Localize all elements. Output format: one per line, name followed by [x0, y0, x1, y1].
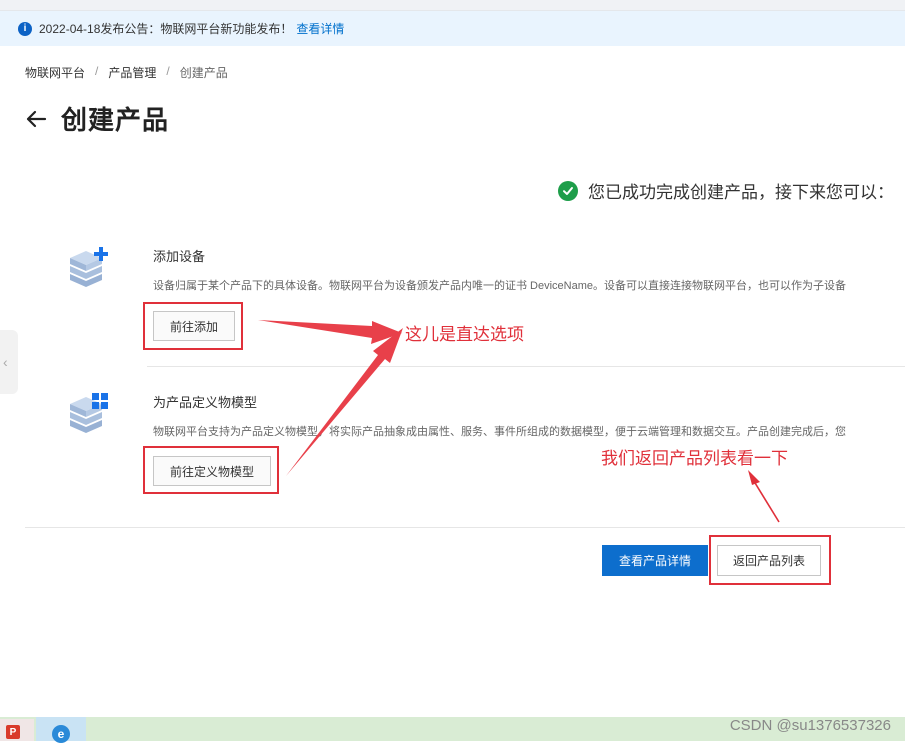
- add-device-icon: [70, 247, 108, 287]
- annotation-direct-option: 这儿是直达选项: [405, 325, 524, 344]
- highlight-box-thing-model: [143, 446, 279, 494]
- breadcrumb-item-product-management[interactable]: 产品管理: [108, 64, 156, 81]
- success-text: 您已成功完成创建产品，接下来您可以：: [588, 183, 894, 202]
- footer-divider: [25, 527, 905, 528]
- highlight-box-back-to-list: [709, 535, 831, 585]
- breadcrumb-item-current: 创建产品: [179, 66, 228, 80]
- highlight-box-add-device: [143, 302, 243, 350]
- step-description-thing-model: 物联网平台支持为产品定义物模型，将实际产品抽象成由属性、服务、事件所组成的数据模…: [153, 426, 846, 438]
- announcement-bar: i 2022-04-18发布公告：物联网平台新功能发布！ 查看详情: [0, 11, 905, 46]
- success-check-icon: [558, 180, 578, 201]
- sidebar-collapse-handle[interactable]: ‹: [0, 330, 18, 394]
- announcement-text: 2022-04-18发布公告：物联网平台新功能发布！: [39, 22, 293, 36]
- arrow-to-back-button: [748, 470, 780, 523]
- step-title-thing-model: 为产品定义物模型: [153, 395, 258, 410]
- step-divider: [147, 366, 905, 367]
- wps-icon: P: [6, 725, 20, 739]
- view-product-details-button[interactable]: 查看产品详情: [602, 545, 708, 576]
- step-title-add-device: 添加设备: [153, 249, 206, 264]
- breadcrumb-separator: /: [166, 64, 170, 78]
- page-title: 创建产品: [61, 105, 170, 135]
- thing-model-icon: [70, 393, 108, 433]
- breadcrumb: 物联网平台 / 产品管理 / 创建产品: [25, 64, 228, 81]
- arrow-to-add-button: [258, 320, 402, 344]
- taskbar-app-browser[interactable]: e: [36, 717, 86, 743]
- step-description-add-device: 设备归属于某个产品下的具体设备。物联网平台为设备颁发产品内唯一的证书 Devic…: [153, 280, 847, 292]
- top-bar: [0, 0, 905, 11]
- breadcrumb-separator: /: [95, 64, 99, 78]
- back-arrow-icon[interactable]: [25, 108, 47, 130]
- success-message: 您已成功完成创建产品，接下来您可以：: [558, 178, 894, 203]
- annotation-go-back: 我们返回产品列表看一下: [601, 449, 788, 468]
- info-icon: i: [18, 21, 32, 36]
- arrow-to-thing-model-button: [286, 328, 403, 476]
- view-details-link[interactable]: 查看详情: [296, 20, 344, 37]
- chevron-left-icon: ‹: [3, 354, 8, 370]
- taskbar-app-wps[interactable]: P: [0, 719, 34, 741]
- browser-icon: e: [52, 725, 70, 743]
- breadcrumb-item-iot-platform[interactable]: 物联网平台: [25, 64, 85, 81]
- watermark: CSDN @su1376537326: [729, 717, 891, 734]
- page-header: 创建产品: [25, 100, 169, 137]
